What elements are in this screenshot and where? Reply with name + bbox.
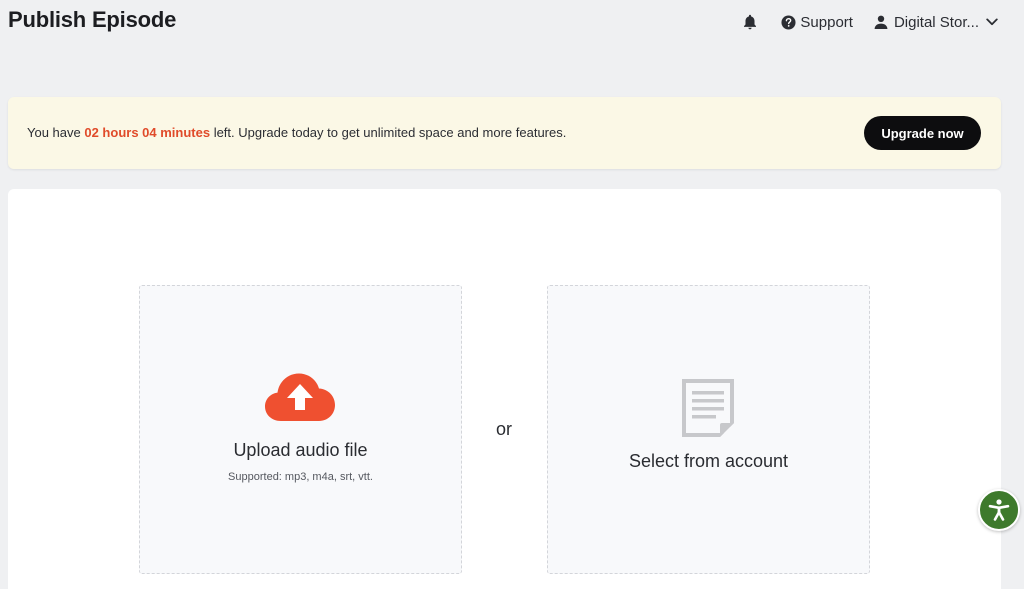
upload-audio-title: Upload audio file <box>233 440 368 460</box>
support-link[interactable]: Support <box>781 14 853 31</box>
or-separator: or <box>496 419 513 439</box>
cloud-upload-icon <box>265 373 335 421</box>
supported-formats: Supported: mp3, m4a, srt, vtt. <box>228 471 373 483</box>
upload-audio-dropzone[interactable]: Upload audio file Supported: mp3, m4a, s… <box>139 285 462 574</box>
publish-card: Upload audio file Supported: mp3, m4a, s… <box>8 189 1001 589</box>
trial-message: You have 02 hours 04 minutes left. Upgra… <box>27 125 566 140</box>
header-actions: Support Digital Stor... <box>743 11 998 33</box>
upgrade-now-button[interactable]: Upgrade now <box>864 116 981 150</box>
page-title: Publish Episode <box>8 7 177 32</box>
question-circle-icon <box>781 14 796 30</box>
account-name: Digital Stor... <box>893 13 979 31</box>
trial-time-left: 02 hours 04 minutes <box>84 125 211 140</box>
document-icon <box>682 379 734 437</box>
user-icon <box>874 15 888 29</box>
select-from-account-option[interactable]: Select from account <box>547 285 870 574</box>
accessibility-icon <box>988 499 1010 521</box>
support-label: Support <box>800 13 853 31</box>
notifications-button[interactable] <box>743 14 759 30</box>
trial-banner: You have 02 hours 04 minutes left. Upgra… <box>8 97 1001 169</box>
trial-message-prefix: You have <box>27 125 85 140</box>
accessibility-button[interactable] <box>978 489 1020 531</box>
chevron-down-icon <box>986 18 998 26</box>
bell-icon <box>744 14 757 30</box>
account-menu[interactable]: Digital Stor... <box>874 14 998 31</box>
trial-message-suffix: left. Upgrade today to get unlimited spa… <box>210 125 567 140</box>
top-header: Publish Episode Support Digital Stor... <box>0 0 1024 44</box>
select-from-account-title: Select from account <box>628 451 789 471</box>
